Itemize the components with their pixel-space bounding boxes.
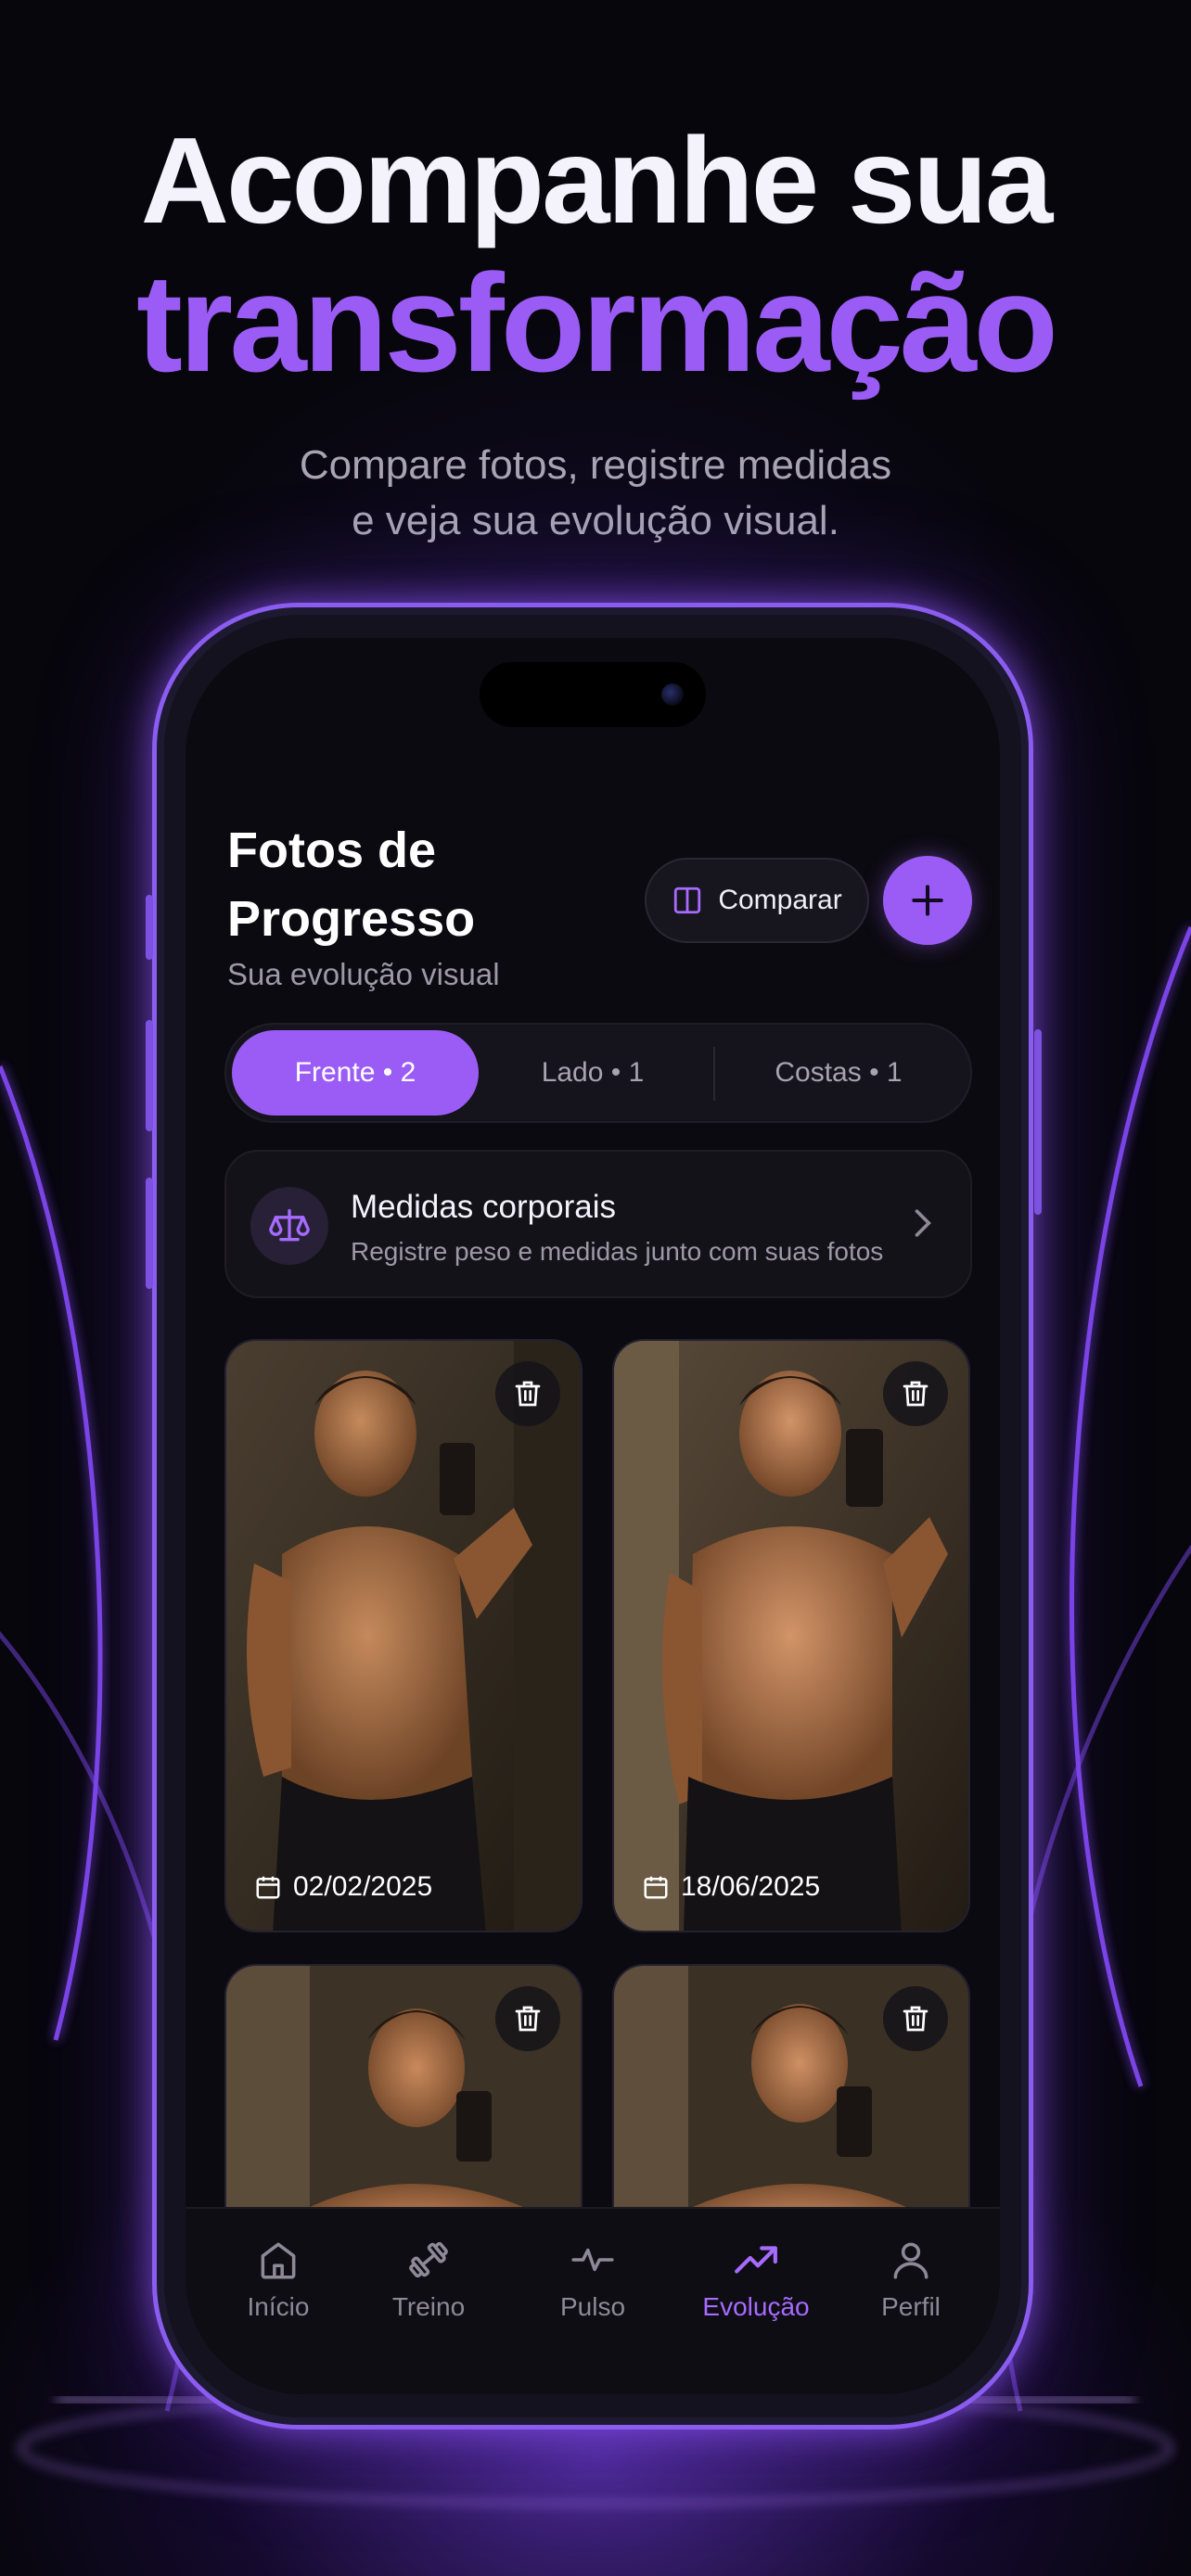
add-photo-button[interactable] — [883, 856, 972, 945]
power-button — [1034, 1029, 1042, 1215]
body-measurements-card[interactable]: Medidas corporais Registre peso e medida… — [224, 1150, 972, 1298]
segment-back[interactable]: Costas • 1 — [732, 1030, 945, 1116]
trash-icon — [903, 1381, 928, 1407]
view-segmented-control: Frente • 2 Lado • 1 Costas • 1 — [224, 1023, 972, 1123]
bottom-tab-bar: Início Treino Pulso Evolução Perfil — [186, 2207, 1000, 2394]
progress-photo — [226, 1341, 581, 1931]
delete-photo-button[interactable] — [495, 1361, 560, 1426]
delete-photo-button[interactable] — [883, 1361, 948, 1426]
hero: Acompanhe sua transformação Compare foto… — [0, 111, 1191, 549]
volume-down-button — [146, 1178, 153, 1289]
trash-icon — [515, 1381, 541, 1407]
page-subtitle: Sua evolução visual — [227, 957, 500, 991]
progress-photo-card[interactable]: 02/02/2025 — [224, 1339, 583, 1932]
hero-subtitle-line2: e veja sua evolução visual. — [352, 498, 839, 543]
tab-label: Treino — [391, 2292, 466, 2321]
compare-button-label: Comparar — [718, 885, 842, 915]
scale-icon — [250, 1187, 328, 1265]
body-measurements-subtitle: Registre peso e medidas junto com suas f… — [351, 1237, 884, 1266]
hero-title-line1: Acompanhe sua — [140, 112, 1054, 249]
user-icon — [893, 2242, 928, 2279]
tab-pulso[interactable]: Pulso — [514, 2231, 672, 2346]
tab-label: Perfil — [881, 2292, 941, 2321]
hero-subtitle-line1: Compare fotos, registre medidas — [299, 442, 892, 488]
trash-icon — [903, 2006, 928, 2032]
dumbbell-icon — [409, 2241, 448, 2278]
tab-label: Evolução — [702, 2292, 810, 2321]
tab-inicio[interactable]: Início — [199, 2231, 357, 2346]
body-measurements-title: Medidas corporais — [351, 1189, 616, 1225]
phone-screen: Fotos de Progresso Sua evolução visual C… — [186, 638, 1000, 2394]
chevron-right-icon — [915, 1209, 931, 1237]
plus-icon — [912, 885, 943, 916]
columns-icon — [674, 886, 701, 914]
tab-label: Pulso — [559, 2292, 626, 2321]
trash-icon — [515, 2006, 541, 2032]
pulse-icon — [571, 2248, 614, 2272]
dynamic-island — [480, 662, 706, 727]
page-title: Fotos de Progresso — [227, 823, 476, 947]
delete-photo-button[interactable] — [883, 1986, 948, 2051]
progress-photo — [614, 1341, 968, 1931]
compare-button[interactable]: Comparar — [645, 858, 869, 943]
delete-photo-button[interactable] — [495, 1986, 560, 2051]
progress-photo-card[interactable]: 18/06/2025 — [612, 1339, 970, 1932]
trending-up-icon — [735, 2246, 777, 2274]
camera-icon — [661, 683, 684, 706]
hero-subtitle: Compare fotos, registre medidas e veja s… — [0, 438, 1191, 549]
side-button — [146, 895, 153, 960]
calendar-icon — [256, 1876, 280, 1899]
photo-date: 18/06/2025 — [642, 1871, 820, 1903]
photo-date: 02/02/2025 — [254, 1871, 432, 1903]
calendar-icon — [644, 1876, 668, 1899]
segment-front[interactable]: Frente • 2 — [232, 1030, 479, 1116]
photo-date-label: 02/02/2025 — [293, 1871, 433, 1902]
volume-up-button — [146, 1020, 153, 1131]
home-icon — [261, 2242, 296, 2279]
hero-title-line2: transformação — [135, 245, 1058, 401]
tab-evolucao[interactable]: Evolução — [677, 2225, 835, 2348]
tab-perfil[interactable]: Perfil — [832, 2231, 990, 2346]
tab-label: Início — [247, 2292, 310, 2321]
segment-side[interactable]: Lado • 1 — [495, 1030, 690, 1116]
tab-treino[interactable]: Treino — [350, 2231, 507, 2346]
segment-divider — [713, 1047, 715, 1101]
photo-date-label: 18/06/2025 — [681, 1871, 821, 1902]
